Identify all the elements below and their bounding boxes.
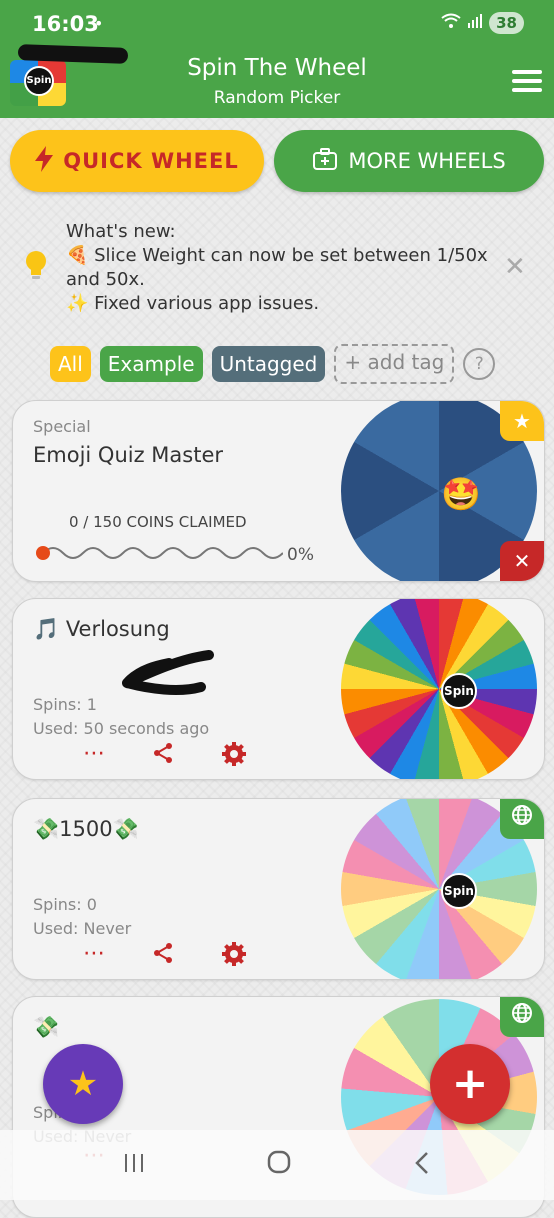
card-actions: ⋯: [83, 941, 247, 973]
coins-claimed: 0 / 150 COINS CLAIMED: [69, 513, 247, 531]
home-icon[interactable]: [266, 1149, 292, 1182]
add-wheel-fab[interactable]: +: [430, 1044, 510, 1124]
card-stats: Spins: 0 Used: Never: [33, 893, 131, 941]
card-category: Special: [33, 417, 91, 436]
wheel-card[interactable]: Special Emoji Quiz Master 0 / 150 COINS …: [12, 400, 545, 582]
last-used: Used: Never: [33, 919, 132, 938]
add-tag-button[interactable]: + add tag: [334, 344, 455, 384]
more-options-icon[interactable]: ⋯: [83, 741, 105, 773]
card-actions: ⋯: [83, 741, 247, 773]
globe-icon[interactable]: [500, 799, 544, 839]
status-icons: 38: [441, 12, 524, 34]
more-wheels-button[interactable]: MORE WHEELS: [274, 130, 544, 192]
lightbulb-icon: [24, 250, 48, 288]
whats-new-line: ✨ Fixed various app issues.: [66, 293, 320, 314]
more-wheels-label: MORE WHEELS: [348, 149, 506, 173]
page-title: Spin The Wheel: [187, 55, 367, 81]
page-subtitle: Random Picker: [213, 88, 341, 108]
gear-icon[interactable]: [221, 941, 247, 973]
tag-filter-bar: All Example Untagged + add tag ?: [50, 344, 496, 384]
recent-apps-icon[interactable]: [122, 1149, 146, 1182]
globe-icon[interactable]: [500, 997, 544, 1037]
card-title: 💸: [33, 1015, 60, 1039]
close-news-icon[interactable]: ✕: [504, 252, 526, 282]
status-time: 16:03: [32, 12, 99, 36]
lightning-icon: [35, 145, 54, 177]
wheel-preview[interactable]: [341, 599, 537, 779]
card-stats: Spins: 1 Used: 50 seconds ago: [33, 693, 209, 741]
card-title: Emoji Quiz Master: [33, 443, 224, 467]
quick-wheel-label: QUICK WHEEL: [63, 149, 239, 173]
back-icon[interactable]: [412, 1149, 432, 1182]
last-used: Used: 50 seconds ago: [33, 719, 210, 738]
spins-count: Spins: 1: [33, 695, 97, 714]
share-icon[interactable]: [151, 941, 175, 973]
app-header: 16:03 • 38 Spin Spin The Wheel Random Pi…: [0, 0, 554, 118]
tag-all[interactable]: All: [50, 346, 91, 382]
favorite-star-icon[interactable]: ★: [500, 401, 544, 441]
wheel-card[interactable]: 🎵 Verlosung Spins: 1 Used: 50 seconds ag…: [12, 598, 545, 780]
notification-dot-icon: •: [94, 14, 104, 33]
spin-center-label[interactable]: Spin: [441, 873, 477, 909]
progress-percent: 0%: [287, 545, 314, 565]
spins-count: Spins: 0: [33, 895, 97, 914]
wheel-center-emoji: 🤩: [441, 475, 481, 513]
signal-icon: [467, 13, 483, 33]
remove-close-icon[interactable]: ✕: [500, 541, 544, 581]
help-icon[interactable]: ?: [463, 348, 496, 380]
briefcase-plus-icon: [312, 147, 338, 176]
menu-icon: [512, 70, 542, 74]
share-icon[interactable]: [151, 741, 175, 773]
card-title: 🎵 Verlosung: [33, 617, 170, 641]
menu-button[interactable]: [512, 70, 542, 92]
gear-icon[interactable]: [221, 741, 247, 773]
wheel-card[interactable]: 💸1500💸 Spins: 0 Used: Never ⋯ Spin: [12, 798, 545, 980]
more-options-icon[interactable]: ⋯: [83, 941, 105, 973]
quick-wheel-button[interactable]: QUICK WHEEL: [10, 130, 264, 192]
tag-untagged[interactable]: Untagged: [211, 346, 326, 382]
coin-progress-bar: [36, 546, 283, 560]
whats-new-line: 🍕 Slice Weight can now be set between 1/…: [66, 245, 488, 290]
whats-new-panel: What's new: 🍕 Slice Weight can now be se…: [66, 220, 506, 316]
card-title: 💸1500💸: [33, 817, 139, 841]
system-nav-bar: [0, 1130, 554, 1200]
spin-center-label[interactable]: Spin: [441, 673, 477, 709]
favorites-fab[interactable]: ★: [43, 1044, 123, 1124]
battery-indicator: 38: [489, 12, 524, 34]
wifi-icon: [441, 13, 461, 33]
whats-new-heading: What's new:: [66, 221, 176, 242]
tag-example[interactable]: Example: [99, 346, 203, 382]
